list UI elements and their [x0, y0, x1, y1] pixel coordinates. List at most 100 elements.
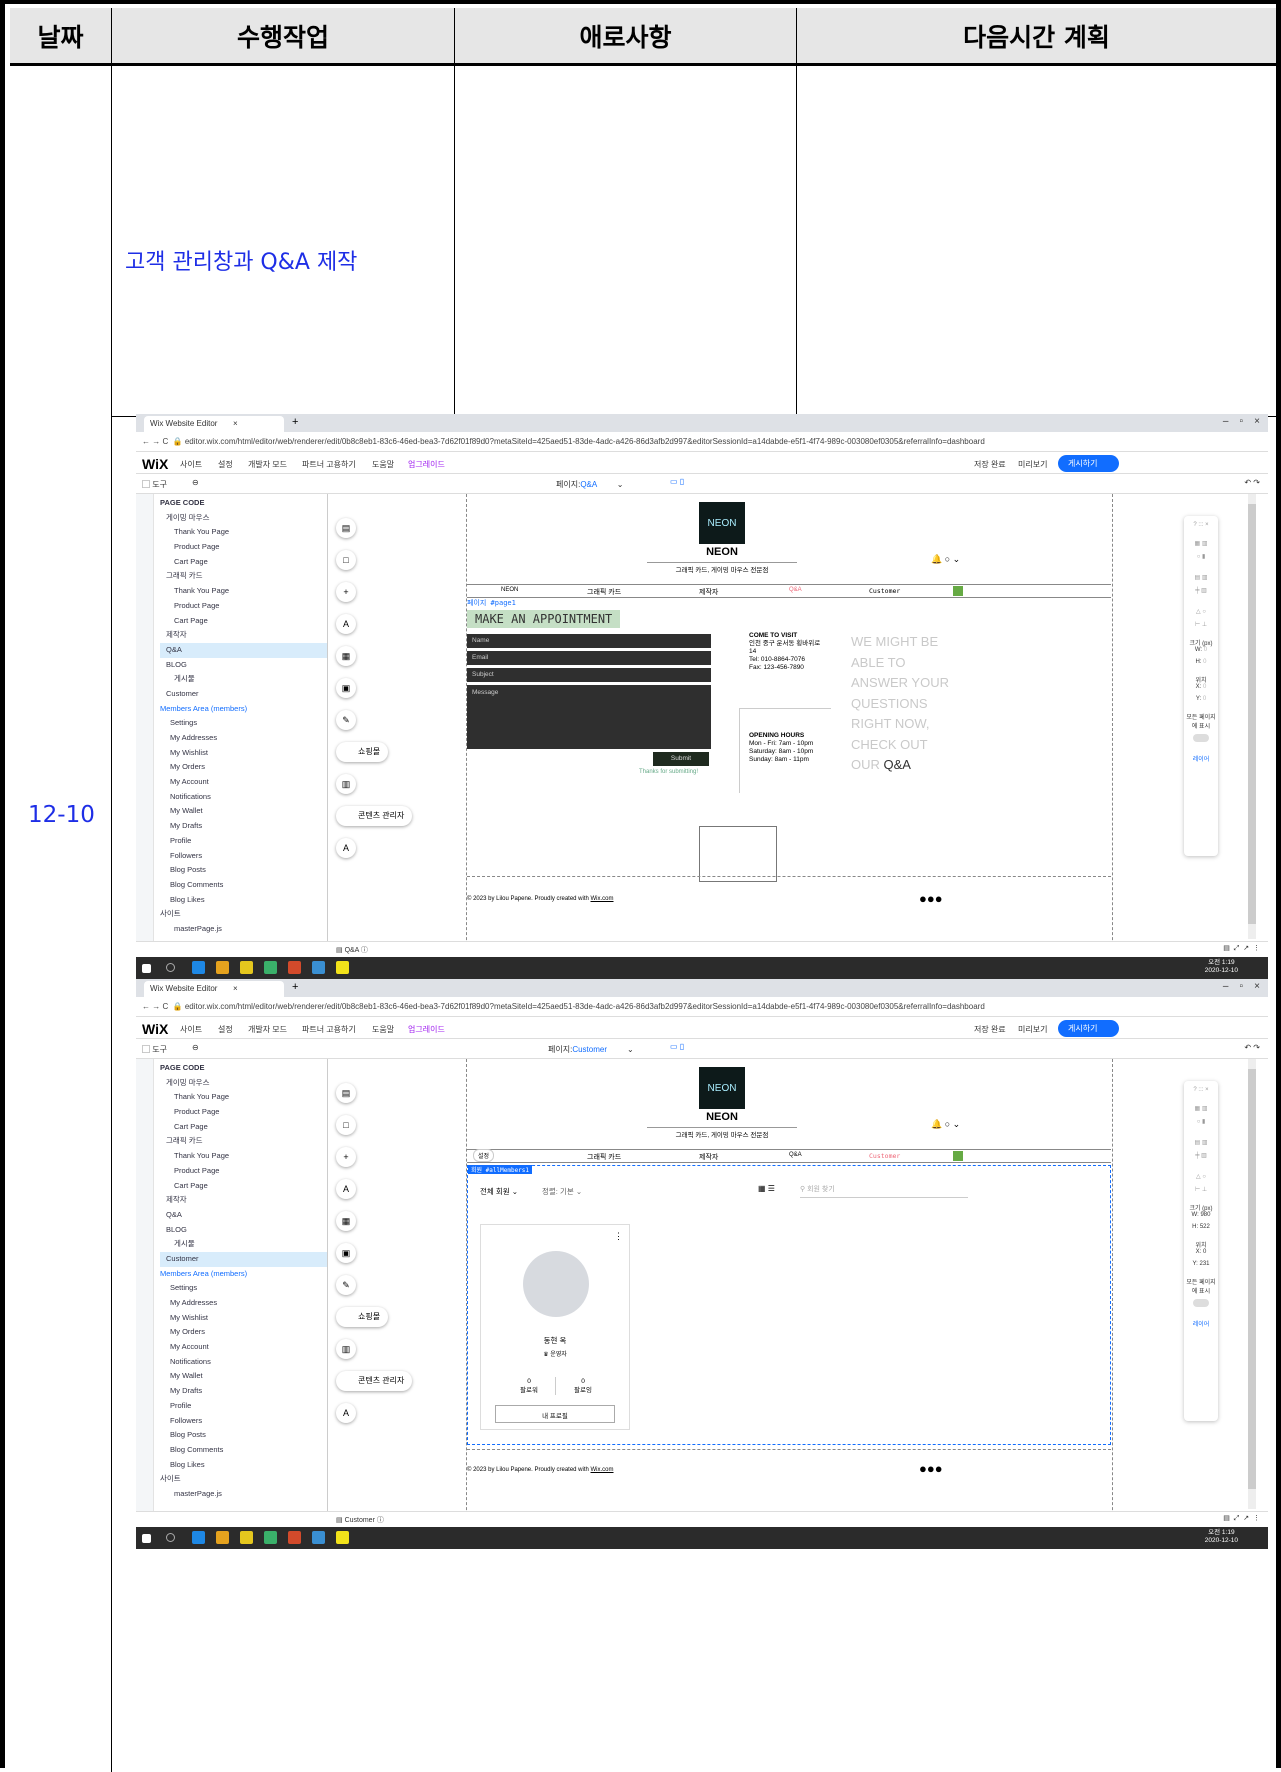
search-icon[interactable] — [166, 1533, 175, 1542]
cart-icon[interactable] — [953, 1151, 963, 1161]
search-icon[interactable] — [166, 963, 175, 972]
filter-dropdown[interactable]: 전체 회원 ⌄ — [480, 1186, 518, 1197]
page-item[interactable]: 게이밍 마우스 — [160, 511, 327, 526]
page-item[interactable]: 게시물 — [160, 672, 327, 687]
undo-redo-icon[interactable]: ↶ ↷ — [1244, 478, 1260, 487]
page-item[interactable]: Product Page — [160, 540, 327, 555]
member-page[interactable]: Profile — [160, 834, 327, 849]
member-page[interactable]: My Drafts — [160, 1384, 327, 1399]
box-tool-icon[interactable]: □ — [336, 550, 356, 570]
ie-icon[interactable] — [192, 1531, 205, 1544]
wix-menu-upgrade[interactable]: 업그레이드 — [408, 1024, 445, 1035]
member-page[interactable]: My Account — [160, 1340, 327, 1355]
page-item[interactable]: Customer — [160, 687, 327, 702]
address-bar[interactable]: ← → C 🔒 editor.wix.com/html/editor/web/r… — [136, 997, 1268, 1017]
members-section[interactable]: Members Area (members) — [160, 1267, 327, 1282]
member-search[interactable]: ⚲ 회원 찾기 — [800, 1184, 968, 1198]
page-tool-icon[interactable]: ▤ — [336, 518, 356, 538]
member-page[interactable]: Blog Likes — [160, 893, 327, 908]
page-item[interactable]: Cart Page — [160, 1179, 327, 1194]
social-icons[interactable]: ●●● — [919, 1461, 943, 1476]
start-icon[interactable] — [142, 1534, 151, 1543]
member-page[interactable]: Blog Comments — [160, 1443, 327, 1458]
design-tool-icon[interactable]: A — [336, 1179, 356, 1199]
publish-button[interactable]: 게시하기 — [1058, 1020, 1120, 1037]
site-section[interactable]: 사이트 — [160, 907, 327, 922]
members-section[interactable]: Members Area (members) — [160, 702, 327, 717]
add-tool-icon[interactable]: + — [336, 1147, 356, 1167]
member-page[interactable]: Blog Posts — [160, 863, 327, 878]
preview-button[interactable]: 미리보기 — [1018, 1024, 1047, 1035]
member-page[interactable]: My Orders — [160, 1325, 327, 1340]
browser-tab[interactable]: Wix Website Editor × — [144, 416, 284, 432]
wix-menu-settings[interactable]: 설정 — [218, 1024, 233, 1035]
wix-menu-settings[interactable]: 설정 — [218, 459, 233, 470]
tools-menu[interactable]: ▢ 도구 — [142, 479, 167, 490]
window-controls-icon[interactable]: – ▫ × — [1223, 416, 1260, 427]
store-pill[interactable]: 쇼핑몰 — [336, 1307, 389, 1327]
nav-item[interactable]: 제작자 — [699, 587, 718, 597]
page-item[interactable]: Cart Page — [160, 555, 327, 570]
new-tab-icon[interactable]: + — [292, 416, 298, 428]
bottom-page-tab[interactable]: ▤ Q&A ⓘ — [336, 945, 368, 955]
member-page[interactable]: Settings — [160, 716, 327, 731]
cms-pill[interactable]: 콘텐츠 관리자 — [336, 806, 413, 826]
kakaotalk-icon[interactable] — [336, 961, 349, 974]
design-tool-icon[interactable]: A — [336, 614, 356, 634]
market-tool-icon[interactable]: A — [336, 838, 356, 858]
nav-item[interactable]: Q&A — [789, 587, 802, 593]
wix-menu-site[interactable]: 사이트 — [180, 459, 202, 470]
nav-item[interactable]: Customer — [869, 1152, 900, 1160]
page-item-selected[interactable]: Q&A — [160, 642, 327, 658]
member-page[interactable]: My Wallet — [160, 804, 327, 819]
wix-menu-dev[interactable]: 개발자 모드 — [248, 1024, 287, 1035]
page-item[interactable]: 제작자 — [160, 628, 327, 643]
zoom-icon[interactable]: ⊖ — [192, 478, 199, 487]
box-tool-icon[interactable]: □ — [336, 1115, 356, 1135]
wix-menu-help[interactable]: 도움말 — [372, 1024, 394, 1035]
browser-tab[interactable]: Wix Website Editor × — [144, 981, 284, 997]
member-icons[interactable]: 🔔 ○ ⌄ — [931, 1119, 960, 1130]
site-section[interactable]: 사이트 — [160, 1472, 327, 1487]
member-page[interactable]: Profile — [160, 1399, 327, 1414]
kakaotalk-icon[interactable] — [336, 1531, 349, 1544]
desktop-view-icon[interactable]: ▭ ▯ — [670, 477, 684, 486]
apps-tool-icon[interactable]: ▦ — [336, 646, 356, 666]
member-page[interactable]: Blog Likes — [160, 1458, 327, 1473]
page-item[interactable]: Product Page — [160, 599, 327, 614]
page-item[interactable]: 그래픽 카드 — [160, 1134, 327, 1149]
store-pill[interactable]: 쇼핑몰 — [336, 742, 389, 762]
page-selector[interactable]: 페이지:Q&A ⌄ — [556, 479, 623, 490]
chrome-icon[interactable] — [216, 1531, 229, 1544]
ppt-icon[interactable] — [288, 961, 301, 974]
booking-tool-icon[interactable]: ▥ — [336, 1339, 356, 1359]
folder-icon[interactable] — [240, 961, 253, 974]
cms-pill[interactable]: 콘텐츠 관리자 — [336, 1371, 413, 1391]
sort-dropdown[interactable]: 정렬: 기본 ⌄ — [542, 1186, 582, 1197]
media-tool-icon[interactable]: ▣ — [336, 1243, 356, 1263]
market-tool-icon[interactable]: A — [336, 1403, 356, 1423]
nav-item[interactable]: Customer — [869, 587, 900, 595]
member-page[interactable]: Followers — [160, 1414, 327, 1429]
folder-icon[interactable] — [240, 1531, 253, 1544]
wix-menu-partner[interactable]: 파트너 고용하기 — [302, 1024, 356, 1035]
member-page[interactable]: Settings — [160, 1281, 327, 1296]
nav-item[interactable]: 그래픽 카드 — [587, 587, 621, 597]
window-controls-icon[interactable]: – ▫ × — [1223, 981, 1260, 992]
nav-item[interactable]: Q&A — [789, 1152, 802, 1158]
tools-menu[interactable]: ▢ 도구 — [142, 1044, 167, 1055]
app-icon[interactable] — [264, 961, 277, 974]
member-page[interactable]: Blog Comments — [160, 878, 327, 893]
preview-button[interactable]: 미리보기 — [1018, 459, 1047, 470]
social-icons[interactable]: ●●● — [919, 891, 943, 906]
page-item[interactable]: Thank You Page — [160, 1090, 327, 1105]
page-tool-icon[interactable]: ▤ — [336, 1083, 356, 1103]
wix-menu-partner[interactable]: 파트너 고용하기 — [302, 459, 356, 470]
page-item[interactable]: Thank You Page — [160, 1149, 327, 1164]
pen-tool-icon[interactable]: ✎ — [336, 1275, 356, 1295]
name-field[interactable]: Name — [467, 634, 711, 648]
address-bar[interactable]: ← → C 🔒 editor.wix.com/html/editor/web/r… — [136, 432, 1268, 452]
page-item[interactable]: BLOG — [160, 1223, 327, 1238]
member-page[interactable]: My Addresses — [160, 731, 327, 746]
member-page[interactable]: My Addresses — [160, 1296, 327, 1311]
